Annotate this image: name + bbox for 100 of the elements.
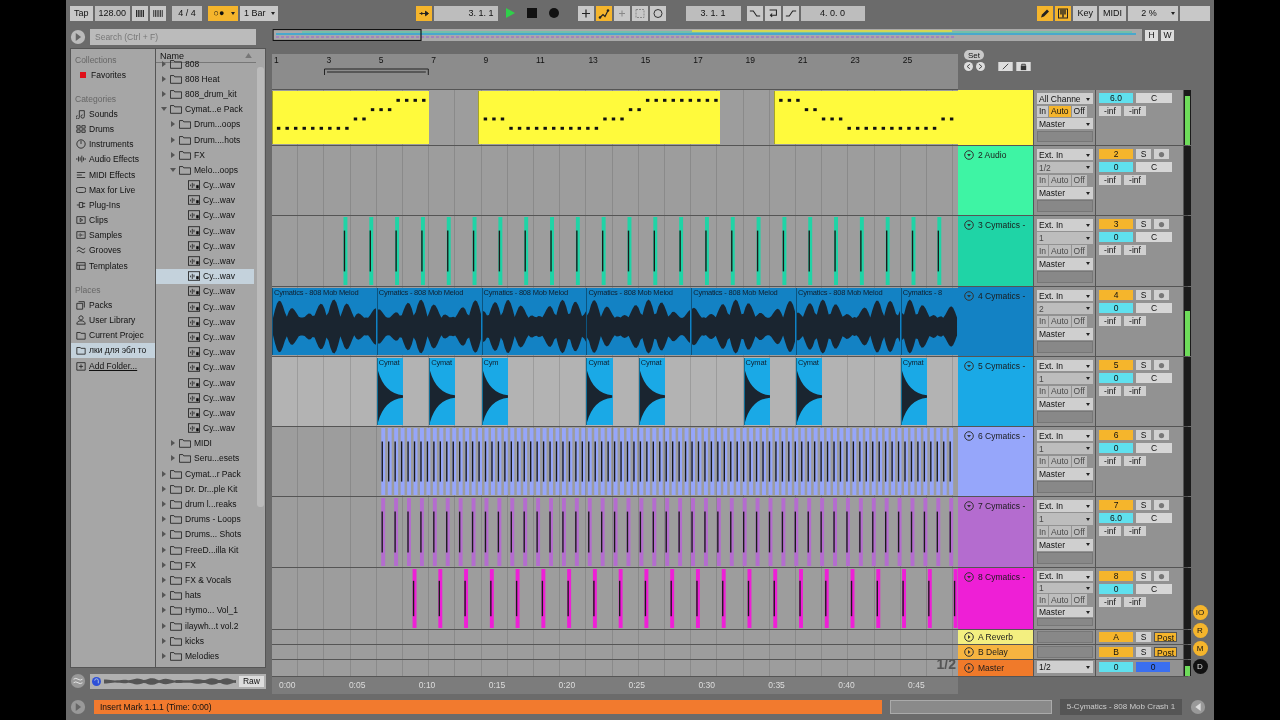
- nudge-up-icon[interactable]: [150, 5, 167, 21]
- loop-length-field[interactable]: 4. 0. 0: [800, 5, 865, 21]
- play-preview-icon[interactable]: [70, 29, 86, 45]
- browser-item[interactable]: Cy...wav: [156, 207, 254, 224]
- fold-icon[interactable]: [964, 220, 974, 230]
- disclosure-triangle-icon[interactable]: [161, 592, 167, 599]
- browser-item[interactable]: Hymo... Vol_1: [156, 602, 254, 618]
- monitor-button[interactable]: In: [1037, 594, 1049, 605]
- track-header[interactable]: 4 Cymatics -: [958, 287, 1033, 356]
- disclosure-triangle-icon[interactable]: [170, 440, 176, 447]
- overview-drawing[interactable]: [272, 29, 1142, 41]
- key-map-button[interactable]: Key: [1073, 5, 1097, 21]
- disclosure-triangle-icon[interactable]: [170, 136, 176, 143]
- track-header[interactable]: 8 Cymatics -: [958, 568, 1033, 629]
- solo-button[interactable]: S: [1136, 647, 1151, 657]
- input-channel-dropdown[interactable]: 1/2: [1037, 162, 1093, 174]
- stop-icon[interactable]: [525, 7, 538, 19]
- browser-item[interactable]: Cy...wav: [156, 359, 254, 375]
- optimize-width-button[interactable]: W: [1161, 29, 1174, 41]
- tempo-field[interactable]: 128.00: [94, 5, 131, 21]
- sort-ascending-icon[interactable]: [245, 53, 252, 58]
- solo-button[interactable]: S: [1136, 149, 1151, 159]
- monitor-button[interactable]: Off: [1071, 385, 1087, 397]
- input-type-dropdown[interactable]: Ext. In: [1037, 500, 1093, 512]
- sidebar-item[interactable]: Sounds: [71, 106, 155, 122]
- browser-item[interactable]: Cy...wav: [156, 192, 254, 208]
- browser-item[interactable]: Cy...wav: [156, 253, 254, 269]
- track-activator-button[interactable]: 4: [1099, 290, 1133, 300]
- browser-item[interactable]: Cy...wav: [156, 177, 254, 193]
- pan-field[interactable]: C: [1136, 443, 1172, 453]
- monitor-button[interactable]: Off: [1071, 174, 1087, 186]
- monitor-button[interactable]: Auto: [1049, 105, 1071, 117]
- fold-icon[interactable]: [964, 431, 974, 441]
- track-activator-button[interactable]: 8: [1099, 571, 1133, 581]
- nudge-down-icon[interactable]: [132, 5, 149, 21]
- sidebar-item[interactable]: User Library: [71, 312, 155, 328]
- track-header[interactable]: 2 Audio: [958, 146, 1033, 215]
- browser-item[interactable]: kicks: [156, 633, 254, 649]
- track-header[interactable]: B Delay: [958, 645, 1033, 659]
- input-type-dropdown[interactable]: Ext. In: [1037, 571, 1093, 581]
- disclosure-triangle-icon[interactable]: [161, 546, 167, 553]
- browser-item[interactable]: Cy...wav: [156, 268, 254, 284]
- monitor-button[interactable]: Off: [1071, 594, 1087, 605]
- solo-button[interactable]: S: [1136, 500, 1151, 510]
- browser-item[interactable]: Cy...wav: [156, 374, 254, 391]
- pan-field[interactable]: C: [1136, 513, 1172, 523]
- monitor-button[interactable]: Off: [1071, 315, 1087, 327]
- view-toggle-button[interactable]: IO: [1192, 605, 1208, 620]
- sidebar-item[interactable]: Add Folder...: [71, 358, 155, 374]
- input-channel-dropdown[interactable]: 2: [1037, 303, 1093, 315]
- browser-item[interactable]: Cy...wav: [156, 420, 254, 436]
- output-dropdown[interactable]: Master: [1037, 606, 1093, 617]
- collapse-icon[interactable]: [1190, 699, 1206, 715]
- browser-item[interactable]: Drum....hots: [156, 131, 254, 148]
- output-dropdown[interactable]: Master: [1037, 538, 1093, 551]
- input-channel-dropdown[interactable]: 1: [1037, 582, 1093, 593]
- sidebar-item[interactable]: лки для эбл то: [71, 342, 155, 358]
- solo-button[interactable]: S: [1136, 290, 1151, 300]
- pan-field[interactable]: C: [1136, 232, 1172, 242]
- browser-item[interactable]: hats: [156, 587, 254, 603]
- browser-item[interactable]: Seru...esets: [156, 450, 254, 467]
- monitor-button[interactable]: In: [1037, 315, 1049, 327]
- cpu-meter[interactable]: 2 %: [1128, 5, 1178, 21]
- midi-map-button[interactable]: MIDI: [1099, 5, 1126, 21]
- volume-field[interactable]: 0: [1099, 443, 1133, 453]
- view-toggle-button[interactable]: D: [1192, 659, 1208, 674]
- midi-clip[interactable]: [477, 91, 720, 144]
- show-detail-icon[interactable]: [70, 699, 86, 715]
- output-channel-field[interactable]: [1037, 271, 1093, 283]
- disclosure-triangle-icon[interactable]: [161, 516, 167, 523]
- input-type-dropdown[interactable]: Ext. In: [1037, 360, 1093, 372]
- input-channel-dropdown[interactable]: 1: [1037, 513, 1093, 525]
- fold-icon[interactable]: [964, 663, 974, 673]
- track-activator-button[interactable]: 6: [1099, 430, 1133, 440]
- monitor-button[interactable]: In: [1037, 105, 1049, 117]
- previous-locator-icon[interactable]: [964, 62, 973, 71]
- pan-field[interactable]: C: [1136, 584, 1172, 594]
- input-type-dropdown[interactable]: Ext. In: [1037, 290, 1093, 302]
- track-header[interactable]: A Reverb: [958, 630, 1033, 644]
- record-arm-button[interactable]: [1154, 500, 1169, 510]
- disclosure-triangle-icon[interactable]: [161, 90, 167, 97]
- disclosure-triangle-icon[interactable]: [161, 607, 167, 614]
- record-arm-button[interactable]: [1154, 149, 1169, 159]
- raw-button[interactable]: Raw: [239, 675, 264, 687]
- browser-item[interactable]: Cy...wav: [156, 299, 254, 315]
- track-activator-button[interactable]: 2: [1099, 149, 1133, 159]
- browser-item[interactable]: drum l...reaks: [156, 496, 254, 512]
- track-header[interactable]: 3 Cymatics -: [958, 216, 1033, 286]
- browser-item[interactable]: 808 Heat: [156, 71, 254, 87]
- quantize-dropdown[interactable]: 1 Bar: [240, 5, 278, 21]
- disclosure-triangle-icon[interactable]: [170, 121, 176, 128]
- monitor-button[interactable]: In: [1037, 455, 1049, 467]
- sidebar-item[interactable]: Instruments: [71, 136, 155, 152]
- disclosure-triangle-icon[interactable]: [170, 455, 176, 462]
- monitor-button[interactable]: Auto: [1049, 245, 1071, 257]
- output-field[interactable]: [1037, 646, 1093, 658]
- monitor-button[interactable]: Off: [1071, 245, 1087, 257]
- loop-icon[interactable]: [764, 5, 781, 21]
- output-channel-field[interactable]: [1037, 618, 1093, 626]
- loop-brace[interactable]: [324, 68, 430, 76]
